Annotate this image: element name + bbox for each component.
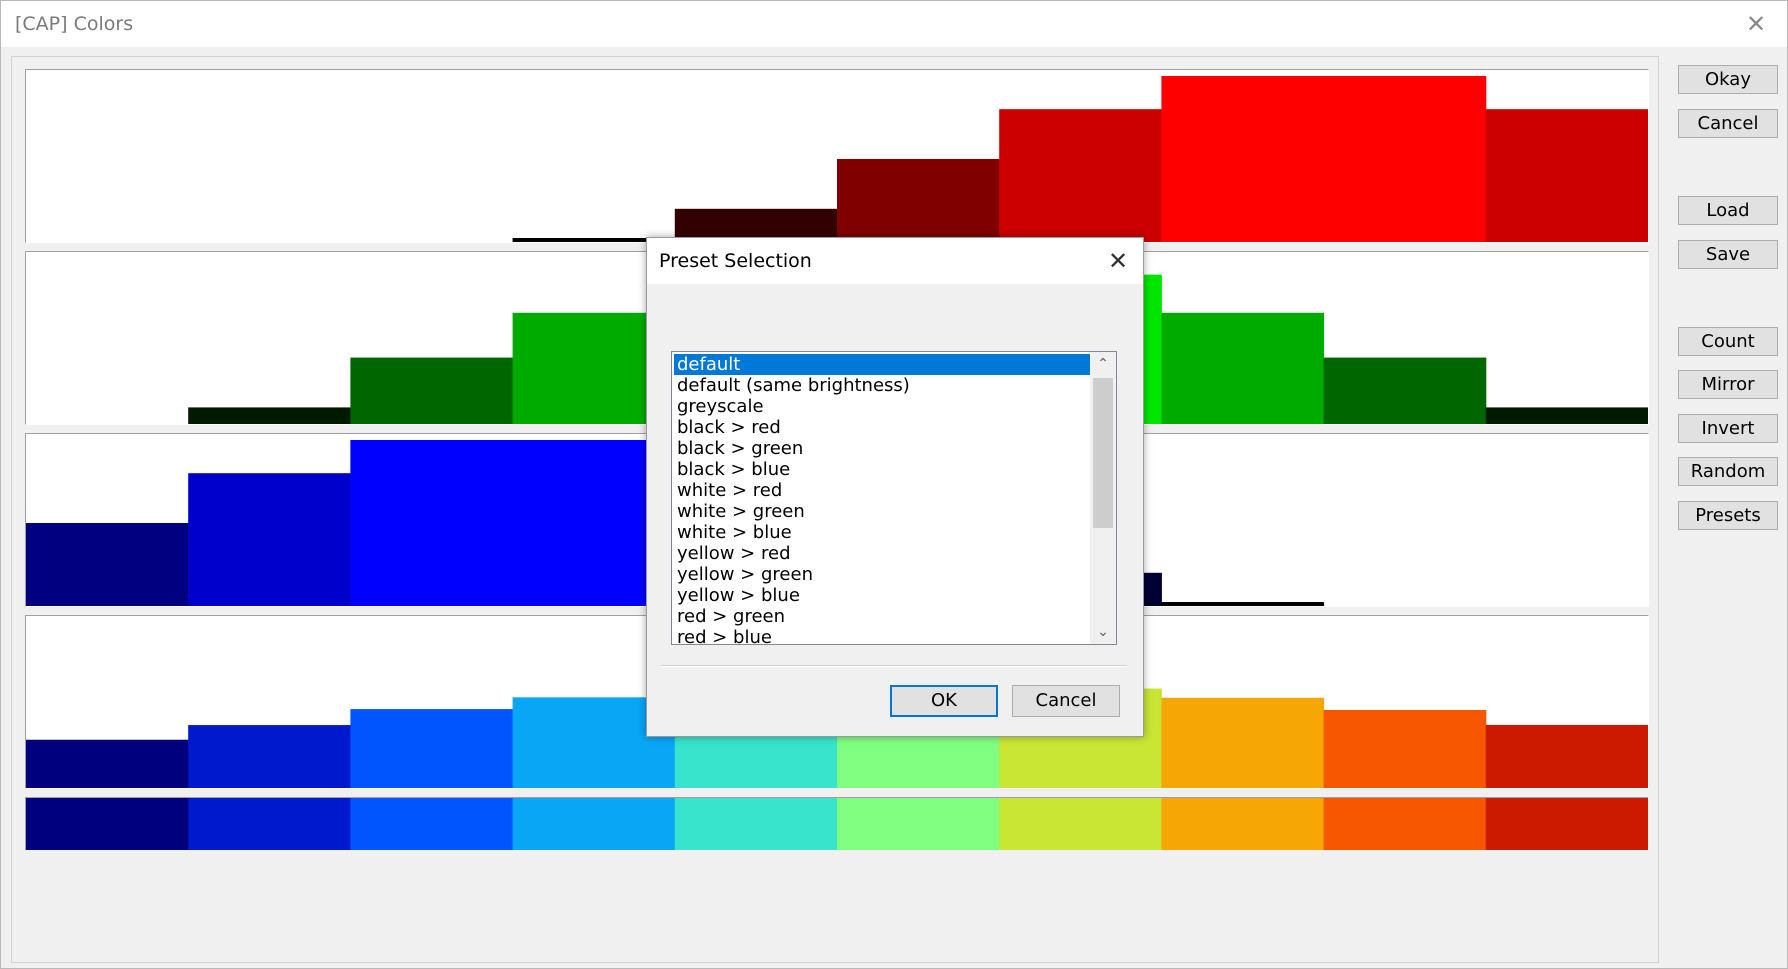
luminance-bar[interactable] (1485, 724, 1648, 788)
color-swatch (1323, 798, 1487, 850)
red-channel-panel[interactable] (25, 69, 1649, 243)
preset-list[interactable]: default default (same brightness) greyscal… (671, 351, 1117, 645)
color-swatch (837, 798, 1000, 850)
luminance-bar[interactable] (26, 739, 189, 788)
ok-button[interactable]: OK (890, 685, 998, 717)
sidebar: Okay Cancel Load Save Count Mirror Inver… (1678, 1, 1782, 968)
green-bar[interactable] (188, 407, 351, 424)
preset-item[interactable]: black > red (674, 417, 1090, 438)
dialog-cancel-button[interactable]: Cancel (1012, 685, 1120, 717)
red-bar[interactable] (1485, 109, 1648, 242)
window-title: [CAP] Colors (15, 13, 134, 35)
scroll-thumb[interactable] (1093, 378, 1113, 528)
preset-item[interactable]: yellow > blue (674, 585, 1090, 606)
preset-item[interactable]: yellow > green (674, 564, 1090, 585)
preset-item[interactable]: default (674, 354, 1090, 375)
green-bar[interactable] (1485, 407, 1648, 424)
preset-item[interactable]: white > green (674, 501, 1090, 522)
green-bar[interactable] (1323, 357, 1487, 424)
blue-bar[interactable] (26, 523, 189, 606)
preset-item[interactable]: black > blue (674, 459, 1090, 480)
preset-item[interactable]: greyscale (674, 396, 1090, 417)
load-button[interactable]: Load (1678, 196, 1778, 225)
red-bar[interactable] (837, 159, 1000, 242)
save-button[interactable]: Save (1678, 240, 1778, 269)
dialog-close-icon[interactable]: ✕ (1101, 244, 1135, 278)
preset-list-scrollbar[interactable]: ⌃ ⌄ (1090, 352, 1116, 644)
luminance-bar[interactable] (1161, 697, 1325, 788)
preset-item[interactable]: black > green (674, 438, 1090, 459)
preset-item[interactable]: white > blue (674, 522, 1090, 543)
mirror-button[interactable]: Mirror (1678, 370, 1778, 399)
cancel-button[interactable]: Cancel (1678, 109, 1778, 138)
blue-bar-baseline (1161, 602, 1324, 605)
luminance-bar[interactable] (188, 725, 351, 788)
color-swatch (1485, 798, 1648, 850)
luminance-bar[interactable] (1323, 709, 1487, 788)
preset-item[interactable]: yellow > red (674, 543, 1090, 564)
random-button[interactable]: Random (1678, 457, 1778, 486)
preset-item[interactable]: white > red (674, 480, 1090, 501)
count-button[interactable]: Count (1678, 327, 1778, 356)
color-swatch (350, 798, 514, 850)
red-bar[interactable] (1323, 76, 1487, 242)
preset-item[interactable]: red > blue (674, 627, 1090, 644)
color-swatch (999, 798, 1162, 850)
dialog-title-bar: Preset Selection ✕ (647, 238, 1143, 284)
preset-item[interactable]: red > green (674, 606, 1090, 627)
color-strip (26, 798, 1648, 850)
color-swatch (1161, 798, 1325, 850)
blue-bar[interactable] (350, 440, 514, 606)
scroll-down-icon[interactable]: ⌄ (1090, 620, 1116, 644)
dialog-separator (661, 665, 1127, 667)
preset-item[interactable]: default (same brightness) (674, 375, 1090, 396)
dialog-title: Preset Selection (659, 250, 812, 272)
presets-button[interactable]: Presets (1678, 501, 1778, 530)
color-swatch (512, 798, 676, 850)
green-bar[interactable] (1161, 312, 1325, 424)
title-bar: [CAP] Colors ✕ (1, 1, 1787, 47)
red-bar[interactable] (999, 109, 1162, 242)
preset-items: default default (same brightness) greyscal… (674, 354, 1090, 644)
color-swatch (674, 798, 838, 850)
color-swatch (188, 798, 351, 850)
color-strip-panel (25, 797, 1648, 850)
scroll-up-icon[interactable]: ⌃ (1090, 352, 1116, 376)
red-bar[interactable] (1161, 76, 1325, 242)
preset-selection-dialog: Preset Selection ✕ default default (same … (646, 237, 1144, 737)
okay-button[interactable]: Okay (1678, 65, 1778, 94)
green-bar[interactable] (350, 357, 514, 424)
blue-bar[interactable] (188, 473, 351, 606)
color-swatch (26, 798, 189, 850)
luminance-bar[interactable] (350, 709, 514, 788)
invert-button[interactable]: Invert (1678, 414, 1778, 443)
red-channel-chart[interactable] (26, 70, 1648, 242)
